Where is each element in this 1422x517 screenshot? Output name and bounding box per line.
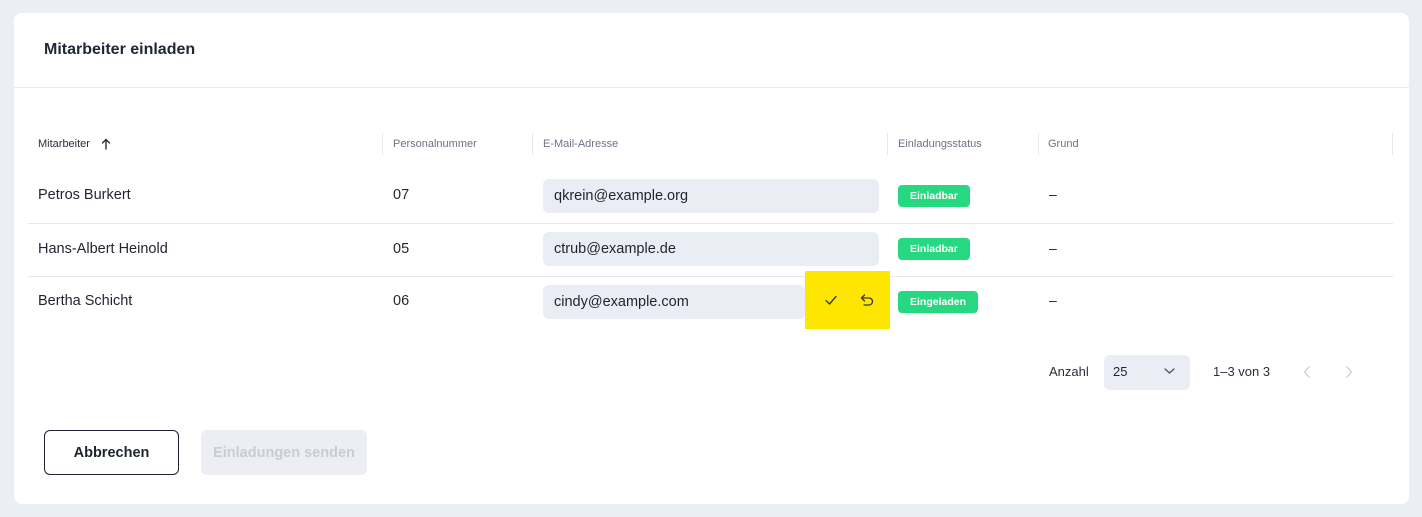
cancel-button[interactable]: Abbrechen xyxy=(44,430,179,475)
column-header-employee[interactable]: Mitarbeiter xyxy=(38,131,111,157)
chevron-right-icon[interactable] xyxy=(1343,365,1355,379)
pagination-range: 1–3 von 3 xyxy=(1213,364,1271,379)
employee-name: Bertha Schicht xyxy=(38,293,133,309)
status-badge: Einladbar xyxy=(898,238,970,260)
column-header-employee-label: Mitarbeiter xyxy=(38,138,90,150)
column-header-invite-status[interactable]: Einladungsstatus xyxy=(898,131,982,157)
rows-per-page-value: 25 xyxy=(1113,364,1128,379)
column-header-personnel-number[interactable]: Personalnummer xyxy=(393,131,477,157)
check-icon[interactable] xyxy=(823,292,839,308)
dialog-header: Mitarbeiter einladen xyxy=(14,13,1409,88)
rows-per-page-select[interactable]: 25 xyxy=(1104,355,1190,390)
sort-ascending-icon[interactable] xyxy=(101,138,111,150)
table-row: Petros Burkert 07 qkrein@example.org Ein… xyxy=(28,171,1393,224)
undo-icon[interactable] xyxy=(859,292,875,308)
status-badge: Einladbar xyxy=(898,185,970,207)
status-badge: Eingeladen xyxy=(898,291,979,313)
column-divider[interactable] xyxy=(1392,133,1393,155)
chevron-down-icon xyxy=(1164,368,1175,374)
employee-name: Petros Burkert xyxy=(38,187,131,203)
email-field[interactable]: ctrub@example.de xyxy=(543,232,879,266)
row-edit-actions xyxy=(805,271,890,329)
rows-per-page-label: Anzahl xyxy=(1049,364,1089,379)
personnel-number: 05 xyxy=(393,241,410,257)
chevron-left-icon[interactable] xyxy=(1301,365,1313,379)
send-invitations-button[interactable]: Einladungen senden xyxy=(201,430,367,475)
column-divider[interactable] xyxy=(1038,133,1039,155)
reason-value: – xyxy=(1049,186,1057,202)
reason-value: – xyxy=(1049,292,1057,308)
column-header-reason[interactable]: Grund xyxy=(1048,131,1079,157)
reason-value: – xyxy=(1049,240,1057,256)
column-divider[interactable] xyxy=(532,133,533,155)
email-field[interactable]: cindy@example.com xyxy=(543,285,805,319)
table-row: Hans-Albert Heinold 05 ctrub@example.de … xyxy=(28,224,1393,277)
table-header: Mitarbeiter Personalnummer E-Mail-Adress… xyxy=(28,131,1393,157)
table-row: Bertha Schicht 06 cindy@example.com Eing… xyxy=(28,277,1393,330)
column-divider[interactable] xyxy=(382,133,383,155)
personnel-number: 07 xyxy=(393,187,410,203)
column-divider[interactable] xyxy=(887,133,888,155)
dialog-title: Mitarbeiter einladen xyxy=(44,41,196,58)
invite-dialog: Mitarbeiter einladen Mitarbeiter Persona… xyxy=(14,13,1409,504)
employee-name: Hans-Albert Heinold xyxy=(38,241,168,257)
email-field[interactable]: qkrein@example.org xyxy=(543,179,879,213)
column-header-email[interactable]: E-Mail-Adresse xyxy=(543,131,618,157)
personnel-number: 06 xyxy=(393,293,410,309)
